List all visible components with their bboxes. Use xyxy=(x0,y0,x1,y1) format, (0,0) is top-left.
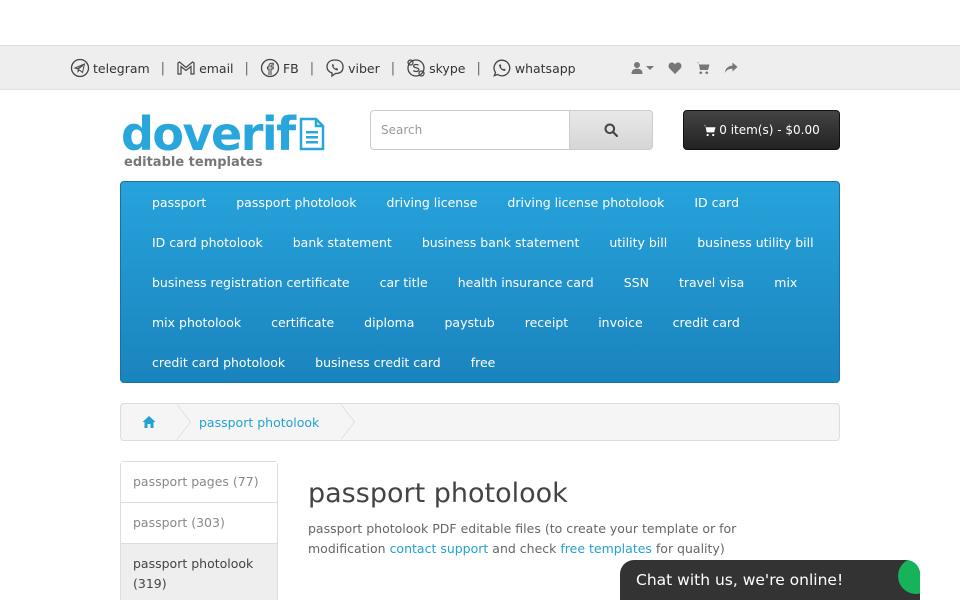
free-templates-link[interactable]: free templates xyxy=(560,541,652,556)
breadcrumb-home[interactable] xyxy=(121,404,191,440)
category-description: passport photolook PDF editable files (t… xyxy=(308,519,748,559)
breadcrumb: passport photolook xyxy=(120,403,840,441)
account-icons xyxy=(630,46,738,90)
logo[interactable]: doverif editable templates xyxy=(121,110,325,170)
header: doverif editable templates 0 item(s) - $… xyxy=(0,90,960,181)
menu-item-paystub[interactable]: paystub xyxy=(429,315,509,330)
search-bar xyxy=(370,110,653,150)
breadcrumb-divider xyxy=(340,404,356,440)
home-icon xyxy=(142,416,156,428)
chevron-down-icon xyxy=(646,66,654,70)
account-dropdown[interactable] xyxy=(630,61,654,75)
separator: | xyxy=(309,60,315,76)
page-title: passport photolook xyxy=(308,478,568,509)
contact-telegram[interactable]: telegram xyxy=(70,58,150,78)
share-icon[interactable] xyxy=(724,61,738,75)
contact-label: telegram xyxy=(93,60,150,76)
contact-viber[interactable]: viber xyxy=(325,58,380,78)
chat-widget[interactable]: Chat with us, we're online! xyxy=(620,560,920,600)
chat-status-indicator xyxy=(898,560,920,594)
separator: | xyxy=(160,60,166,76)
heart-icon[interactable] xyxy=(668,61,682,75)
sidebar-item-passport-photolook[interactable]: passport photolook (319) xyxy=(121,544,277,600)
menu-item-passport[interactable]: passport xyxy=(137,195,221,210)
menu-item-driving-license[interactable]: driving license xyxy=(372,195,493,210)
category-menu: passport passport photolook driving lice… xyxy=(120,181,840,383)
telegram-icon xyxy=(70,58,90,78)
search-icon xyxy=(604,123,618,137)
menu-item-driving-license-photolook[interactable]: driving license photolook xyxy=(492,195,679,210)
description-text: for quality) xyxy=(651,541,725,556)
user-icon xyxy=(631,62,643,74)
cart-icon[interactable] xyxy=(696,61,710,75)
contact-facebook[interactable]: FB xyxy=(260,58,299,78)
menu-row: business registration certificate car ti… xyxy=(137,262,839,302)
menu-item-credit-card[interactable]: credit card xyxy=(658,315,755,330)
menu-item-utility-bill[interactable]: utility bill xyxy=(594,235,682,250)
contact-label: email xyxy=(199,60,234,76)
menu-item-health-insurance-card[interactable]: health insurance card xyxy=(443,275,609,290)
breadcrumb-label: passport photolook xyxy=(199,414,320,430)
menu-item-invoice[interactable]: invoice xyxy=(583,315,657,330)
menu-item-diploma[interactable]: diploma xyxy=(349,315,429,330)
menu-item-business-utility-bill[interactable]: business utility bill xyxy=(682,235,828,250)
contact-support-link[interactable]: contact support xyxy=(390,541,489,556)
skype-icon xyxy=(407,59,425,77)
contact-skype[interactable]: skype xyxy=(406,58,465,78)
contact-links: telegram | email | FB | viber | skype | … xyxy=(70,46,576,90)
sidebar-item-passport[interactable]: passport (303) xyxy=(121,503,277,544)
contact-email[interactable]: email xyxy=(176,58,234,78)
breadcrumb-current[interactable]: passport photolook xyxy=(177,404,356,440)
menu-item-travel-visa[interactable]: travel visa xyxy=(664,275,759,290)
contact-label: whatsapp xyxy=(514,60,576,76)
whatsapp-icon xyxy=(493,59,511,77)
menu-item-business-bank-statement[interactable]: business bank statement xyxy=(407,235,595,250)
menu-row: passport passport photolook driving lice… xyxy=(137,182,839,222)
menu-item-ssn[interactable]: SSN xyxy=(609,275,664,290)
menu-item-bank-statement[interactable]: bank statement xyxy=(278,235,407,250)
menu-item-passport-photolook[interactable]: passport photolook xyxy=(221,195,371,210)
separator: | xyxy=(476,60,481,76)
top-spacer xyxy=(0,0,960,45)
menu-item-business-credit-card[interactable]: business credit card xyxy=(300,355,456,370)
cart-icon xyxy=(703,124,716,136)
search-button[interactable] xyxy=(569,110,653,150)
menu-item-credit-card-photolook[interactable]: credit card photolook xyxy=(137,355,300,370)
category-sidebar: passport pages (77) passport (303) passp… xyxy=(120,461,278,600)
sidebar-item-passport-pages[interactable]: passport pages (77) xyxy=(121,462,277,503)
cart-label: 0 item(s) - $0.00 xyxy=(719,123,820,137)
menu-item-id-card[interactable]: ID card xyxy=(679,195,754,210)
menu-row: credit card photolook business credit ca… xyxy=(137,342,839,382)
separator: | xyxy=(390,60,396,76)
logo-wordmark: doverif xyxy=(121,110,325,158)
cart-button[interactable]: 0 item(s) - $0.00 xyxy=(683,110,840,150)
menu-item-mix[interactable]: mix xyxy=(759,275,812,290)
menu-item-id-card-photolook[interactable]: ID card photolook xyxy=(137,235,278,250)
document-icon xyxy=(299,117,324,151)
gmail-icon xyxy=(177,61,195,75)
separator: | xyxy=(244,60,249,76)
menu-item-business-registration-certificate[interactable]: business registration certificate xyxy=(137,275,365,290)
facebook-icon xyxy=(260,58,280,78)
contact-label: viber xyxy=(348,60,380,76)
contact-label: FB xyxy=(282,60,299,76)
top-bar: telegram | email | FB | viber | skype | … xyxy=(0,45,960,90)
menu-item-receipt[interactable]: receipt xyxy=(510,315,583,330)
menu-item-certificate[interactable]: certificate xyxy=(256,315,349,330)
menu-item-free[interactable]: free xyxy=(456,355,511,370)
menu-row: ID card photolook bank statement busines… xyxy=(137,222,839,262)
contact-whatsapp[interactable]: whatsapp xyxy=(492,58,576,78)
viber-icon xyxy=(326,59,344,78)
description-text: and check xyxy=(488,541,561,556)
chat-label: Chat with us, we're online! xyxy=(636,571,844,589)
logo-text: doverif xyxy=(121,107,296,161)
contact-label: skype xyxy=(429,60,466,76)
menu-row: mix photolook certificate diploma paystu… xyxy=(137,302,839,342)
search-input[interactable] xyxy=(370,110,569,150)
menu-item-mix-photolook[interactable]: mix photolook xyxy=(137,315,256,330)
main-content: passport photolook passport photolook PD… xyxy=(308,478,748,559)
menu-item-car-title[interactable]: car title xyxy=(365,275,443,290)
